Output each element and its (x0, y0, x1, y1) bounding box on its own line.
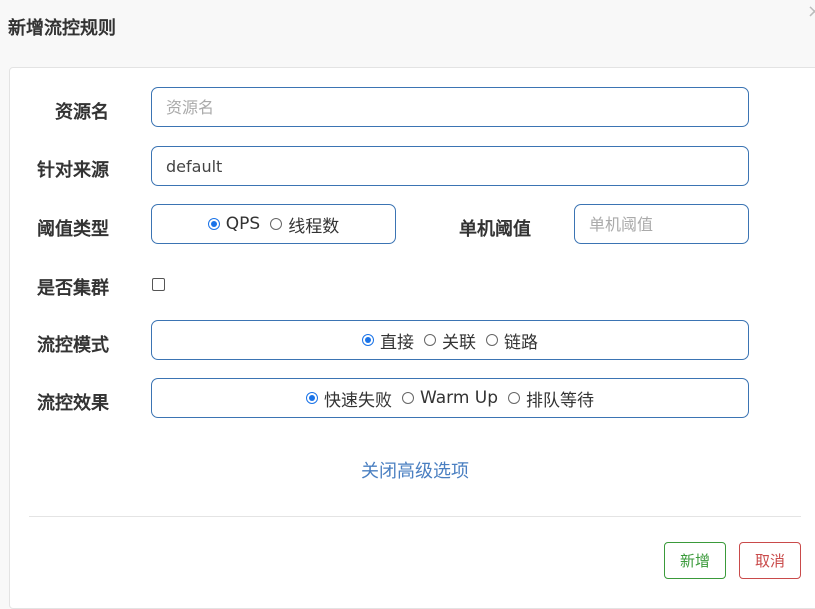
behavior-option-label: 排队等待 (526, 390, 595, 411)
dialog-title: 新增流控规则 (8, 18, 116, 39)
grade-radio-group: QPS 线程数 (151, 204, 396, 244)
behavior-label: 流控效果 (37, 393, 109, 414)
strategy-label: 流控模式 (37, 335, 109, 356)
add-button[interactable]: 新增 (664, 542, 726, 579)
radio-unselected-icon[interactable] (424, 334, 436, 346)
behavior-option-warm-up[interactable]: Warm Up (401, 388, 499, 408)
resource-input[interactable] (152, 88, 748, 126)
radio-unselected-icon[interactable] (486, 334, 498, 346)
grade-option-label: 线程数 (288, 216, 340, 237)
strategy-option-direct[interactable]: 直接 (362, 328, 414, 353)
limit-app-input[interactable] (152, 147, 748, 185)
behavior-option-label: Warm Up (419, 388, 499, 408)
behavior-radio-group: 快速失败 Warm Up 排队等待 (151, 378, 749, 418)
strategy-option-label: 直接 (380, 332, 414, 353)
strategy-option-chain[interactable]: 链路 (486, 328, 538, 353)
radio-unselected-icon[interactable] (508, 392, 521, 404)
count-input[interactable] (575, 205, 748, 243)
radio-selected-icon[interactable] (207, 218, 220, 230)
limit-app-label: 针对来源 (37, 160, 109, 181)
grade-option-label: QPS (225, 214, 261, 234)
footer-divider (29, 516, 801, 517)
count-field-box (574, 204, 749, 244)
close-icon[interactable]: × (807, 2, 815, 22)
strategy-option-label: 链路 (504, 332, 538, 353)
behavior-option-queue[interactable]: 排队等待 (508, 386, 594, 411)
advanced-options-link[interactable]: 关闭高级选项 (0, 457, 815, 483)
count-label: 单机阈值 (459, 219, 531, 240)
radio-selected-icon[interactable] (362, 334, 374, 346)
cluster-checkbox[interactable] (152, 278, 165, 291)
limit-app-field-box (151, 146, 749, 186)
strategy-option-label: 关联 (442, 332, 476, 353)
radio-selected-icon[interactable] (305, 392, 318, 404)
resource-label: 资源名 (55, 102, 109, 123)
grade-option-thread[interactable]: 线程数 (270, 212, 339, 237)
strategy-radio-group: 直接 关联 链路 (151, 320, 749, 360)
radio-unselected-icon[interactable] (401, 392, 414, 404)
radio-unselected-icon[interactable] (270, 218, 283, 230)
behavior-option-fail-fast[interactable]: 快速失败 (305, 386, 392, 411)
grade-option-qps[interactable]: QPS (207, 214, 261, 234)
strategy-option-relate[interactable]: 关联 (424, 328, 476, 353)
cancel-button[interactable]: 取消 (739, 542, 801, 579)
behavior-option-label: 快速失败 (323, 390, 392, 411)
resource-field-box (151, 87, 749, 127)
grade-label: 阈值类型 (37, 219, 109, 240)
cluster-label: 是否集群 (37, 278, 109, 299)
